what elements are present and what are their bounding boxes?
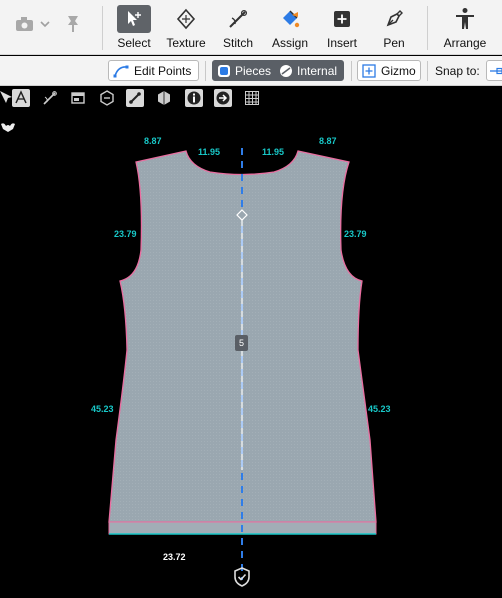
needle-icon	[223, 5, 253, 33]
measure-side-left: 45.23	[91, 404, 114, 414]
stitch-tool-label: Stitch	[222, 36, 253, 50]
subbar-separator	[427, 61, 428, 81]
measure-armhole-left: 23.79	[114, 229, 137, 239]
subbar-separator	[205, 61, 206, 81]
snap-to-label: Snap to:	[435, 64, 480, 78]
gizmo-label: Gizmo	[381, 63, 416, 78]
measure-neck-left-outer: 8.87	[144, 136, 162, 146]
measure-armhole-right: 23.79	[344, 229, 367, 239]
snap-to-dropdown[interactable]	[486, 60, 502, 81]
pieces-internal-toggle[interactable]: Pieces Internal	[212, 60, 344, 81]
measure-side-right: 45.23	[368, 404, 391, 414]
camera-icon[interactable]	[14, 14, 36, 34]
toolbar-separator	[102, 6, 103, 50]
measure-neck-left-inner: 11.95	[198, 147, 221, 157]
edit-points-label: Edit Points	[134, 63, 192, 78]
arrange-tool-button[interactable]: Arrange	[442, 0, 488, 55]
pen-nib-icon	[379, 5, 409, 33]
insert-plus-icon	[327, 5, 357, 33]
main-toolbar: Select Texture Stitch Assign Insert Pen	[0, 0, 502, 55]
texture-tool-button[interactable]: Texture	[164, 0, 208, 55]
assign-tool-button[interactable]: Assign	[268, 0, 312, 55]
measure-neck-right-outer: 8.87	[319, 136, 337, 146]
insert-tool-label: Insert	[326, 36, 357, 50]
select-tool-button[interactable]: Select	[114, 0, 154, 55]
internal-label: Internal	[297, 63, 338, 78]
avatar-figure-icon	[450, 5, 480, 33]
select-cursor-icon	[117, 5, 151, 33]
insert-tool-button[interactable]: Insert	[322, 0, 362, 55]
pen-tool-button[interactable]: Pen	[374, 0, 414, 55]
texture-icon	[171, 5, 201, 33]
internal-icon	[279, 64, 293, 78]
texture-tool-label: Texture	[166, 36, 206, 50]
pieces-icon	[217, 64, 231, 78]
shield-check-icon[interactable]	[233, 567, 251, 587]
pattern-piece[interactable]	[0, 86, 502, 598]
gizmo-button[interactable]: Gizmo	[357, 60, 421, 81]
chevron-down-icon[interactable]	[39, 17, 51, 29]
snap-line-icon	[490, 67, 502, 74]
assign-tool-label: Assign	[271, 36, 309, 50]
pieces-label: Pieces	[235, 63, 272, 78]
pin-icon[interactable]	[62, 12, 84, 34]
stitch-tool-button[interactable]: Stitch	[218, 0, 258, 55]
toolbar-separator	[427, 6, 428, 50]
select-tool-label: Select	[117, 36, 151, 50]
edit-points-button[interactable]: Edit Points	[108, 60, 199, 81]
2d-pattern-viewport[interactable]: 5 8.87 11.95 11.95 8.87 23.79 23.79 45.2…	[0, 86, 502, 598]
gizmo-icon	[362, 63, 376, 78]
pen-tool-label: Pen	[383, 36, 405, 50]
measure-hem: 23.72	[163, 552, 186, 562]
subbar-separator	[351, 61, 352, 81]
mode-options-bar: Edit Points Pieces Internal Gizmo Snap t…	[0, 56, 502, 86]
measure-neck-right-inner: 11.95	[262, 147, 285, 157]
arrange-tool-label: Arrange	[443, 36, 487, 50]
edit-points-icon	[113, 64, 129, 78]
center-badge: 5	[238, 338, 244, 348]
paint-bucket-icon	[275, 5, 305, 33]
